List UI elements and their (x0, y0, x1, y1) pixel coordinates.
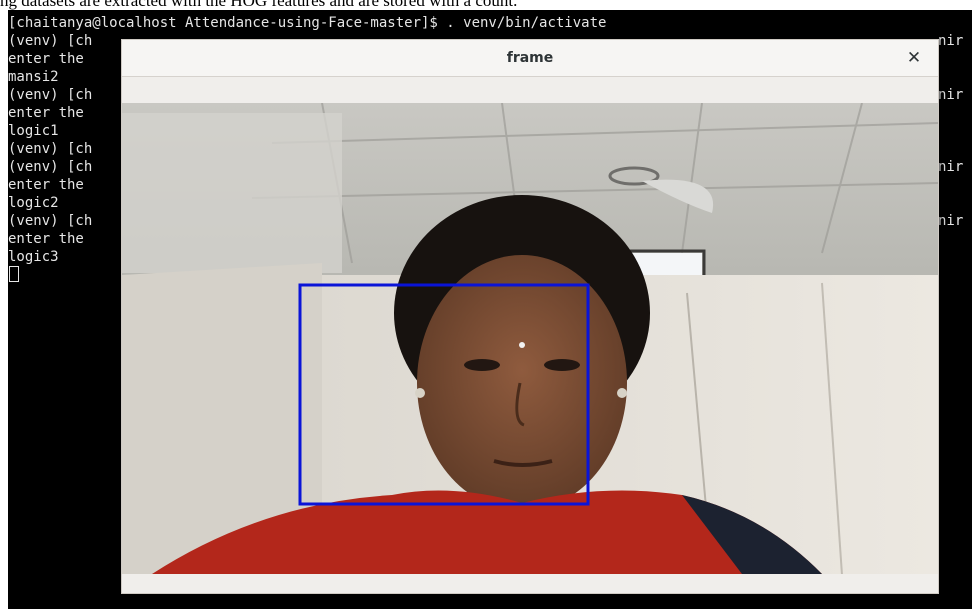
terminal-line-fragment: nir (938, 159, 964, 175)
terminal-line-fragment: nir (938, 87, 964, 103)
camera-image (122, 103, 938, 574)
terminal-line: logic2 (8, 195, 59, 211)
terminal-line: (venv) [ch (8, 159, 93, 175)
terminal-line: (venv) [ch (8, 87, 93, 103)
terminal-line: mansi2 (8, 69, 59, 85)
terminal-line: enter the (8, 231, 84, 247)
document-caption: ng datasets are extracted with the HOG f… (0, 0, 518, 10)
window-bottom-area (122, 574, 938, 593)
close-icon[interactable]: ✕ (904, 48, 924, 68)
window-titlebar[interactable]: frame ✕ (122, 40, 938, 77)
window-title: frame (506, 50, 554, 66)
terminal-line: enter the (8, 177, 84, 193)
terminal-line: (venv) [ch (8, 213, 93, 229)
terminal-line: logic1 (8, 123, 59, 139)
terminal-line: enter the (8, 51, 84, 67)
terminal-line: (venv) [ch (8, 141, 93, 157)
terminal-line-fragment: nir (938, 33, 964, 49)
terminal-line: logic3 (8, 249, 59, 265)
terminal-line: enter the (8, 105, 84, 121)
terminal-line: (venv) [ch (8, 33, 93, 49)
window-toolbar-area (122, 77, 938, 103)
camera-feed (122, 103, 938, 574)
terminal-line: [chaitanya@localhost Attendance-using-Fa… (8, 15, 607, 31)
terminal-line-fragment: nir (938, 213, 964, 229)
frame-window[interactable]: frame ✕ (121, 39, 939, 594)
terminal-cursor (9, 266, 19, 282)
